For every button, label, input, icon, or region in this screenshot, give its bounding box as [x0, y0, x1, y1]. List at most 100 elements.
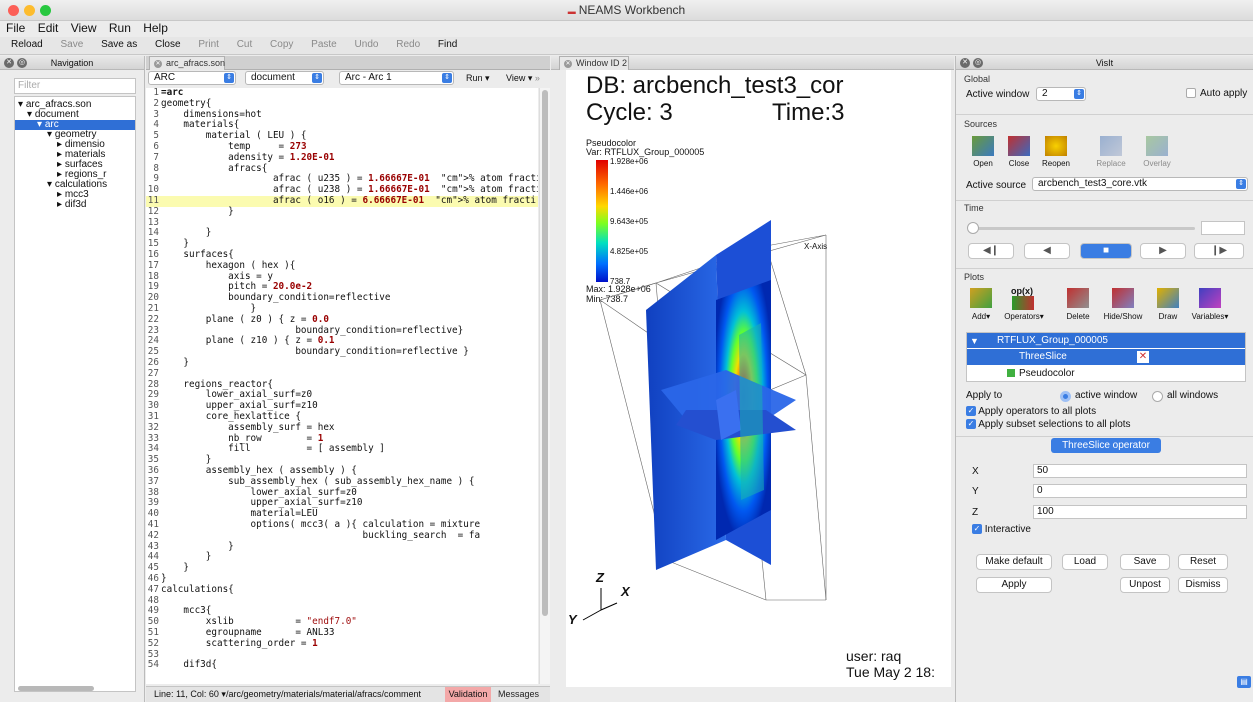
last-frame-button[interactable]: ❙▶ — [1194, 243, 1244, 259]
code-line[interactable]: 52 scattering_order = 1 — [146, 638, 538, 650]
x-field[interactable]: 50 — [1033, 464, 1247, 478]
close-tab-icon[interactable]: ✕ — [564, 60, 572, 68]
apply-subset-checkbox[interactable]: ✓ Apply subset selections to all plots — [966, 419, 1131, 430]
auto-apply-checkbox[interactable] — [1186, 88, 1196, 98]
code-line[interactable]: 54 dif3d{ — [146, 659, 538, 671]
active-window-radio-label[interactable]: active window — [1075, 390, 1137, 401]
time-state-input[interactable] — [1201, 221, 1245, 235]
reopen-label[interactable]: Reopen — [1031, 159, 1081, 168]
view-menu[interactable]: View ▾ » — [506, 73, 540, 84]
make-default-button[interactable]: Make default — [976, 554, 1052, 570]
close-panel-icon[interactable]: ✕ — [960, 58, 970, 68]
first-frame-button[interactable]: ◀❙ — [968, 243, 1014, 259]
reset-button[interactable]: Reset — [1178, 554, 1228, 570]
variables-label[interactable]: Variables▾ — [1185, 312, 1235, 321]
reopen-icon[interactable] — [1045, 136, 1067, 156]
operators-label[interactable]: Operators▾ — [999, 312, 1049, 321]
expand-icon[interactable]: ▼ — [970, 336, 979, 346]
reload-button[interactable]: Reload — [11, 39, 43, 50]
code-line[interactable]: 14 } — [146, 227, 538, 239]
plot-item-rtflux[interactable]: RTFLUX_Group_000005 — [967, 333, 1245, 348]
save-as-button[interactable]: Save as — [101, 39, 137, 50]
add-plot-icon[interactable] — [970, 288, 992, 308]
save-attributes-button[interactable]: Save — [1120, 554, 1170, 570]
float-panel-icon[interactable]: ◎ — [17, 58, 27, 68]
menu-help[interactable]: Help — [143, 21, 168, 35]
app-select[interactable]: ARC ⇕ — [148, 71, 236, 85]
y-field[interactable]: 0 — [1033, 484, 1247, 498]
delete-plot-label[interactable]: Delete — [1053, 312, 1103, 321]
find-button[interactable]: Find — [438, 39, 457, 50]
unpost-button[interactable]: Unpost — [1120, 577, 1170, 593]
open-icon[interactable] — [972, 136, 994, 156]
code-line[interactable]: 26 } — [146, 357, 538, 369]
all-windows-radio[interactable] — [1152, 391, 1163, 402]
active-source-select[interactable]: arcbench_test3_core.vtk ⇕ — [1032, 177, 1248, 191]
apply-operators-checkbox[interactable]: ✓ Apply operators to all plots — [966, 406, 1096, 417]
replace-label[interactable]: Replace — [1086, 159, 1136, 168]
visit-render-canvas[interactable]: DB: arcbench_test3_cor Cycle: 3 Time:3 P… — [566, 70, 951, 687]
close-panel-icon[interactable]: ✕ — [4, 58, 14, 68]
tree-scrollbar[interactable] — [18, 686, 94, 691]
plot-sub-pseudocolor[interactable]: Pseudocolor — [1019, 366, 1075, 381]
stop-button[interactable]: ■ — [1080, 243, 1132, 259]
editor-scrollbar[interactable] — [539, 88, 550, 684]
operators-icon[interactable] — [1012, 296, 1034, 310]
copy-button[interactable]: Copy — [270, 39, 293, 50]
apply-button[interactable]: Apply — [976, 577, 1052, 593]
cursor-position[interactable]: Line: 11, Col: 60 ▾ — [154, 687, 226, 702]
redo-button[interactable]: Redo — [396, 39, 420, 50]
load-button[interactable]: Load — [1062, 554, 1108, 570]
z-field[interactable]: 100 — [1033, 505, 1247, 519]
threeslice-operator-tab[interactable]: ThreeSlice operator — [1051, 438, 1161, 453]
filter-input[interactable]: Filter — [14, 78, 136, 94]
float-panel-icon[interactable]: ◎ — [973, 58, 983, 68]
maximize-window-icon[interactable] — [40, 5, 51, 16]
hide-show-label[interactable]: Hide/Show — [1098, 312, 1148, 321]
menu-edit[interactable]: Edit — [38, 21, 59, 35]
print-button[interactable]: Print — [198, 39, 219, 50]
document-select[interactable]: document ⇕ — [245, 71, 324, 85]
all-windows-radio-label[interactable]: all windows — [1167, 390, 1218, 401]
overlay-label[interactable]: Overlay — [1132, 159, 1182, 168]
overlay-icon[interactable] — [1146, 136, 1168, 156]
tab-arc-afracs[interactable]: ✕ arc_afracs.son — [149, 56, 225, 70]
plot-list[interactable]: RTFLUX_Group_000005 ▼ ThreeSlice ✕ Pseud… — [966, 332, 1246, 382]
menu-run[interactable]: Run — [109, 21, 131, 35]
undo-button[interactable]: Undo — [355, 39, 379, 50]
time-slider-track[interactable] — [970, 227, 1195, 230]
draw-icon[interactable] — [1157, 288, 1179, 308]
replace-icon[interactable] — [1100, 136, 1122, 156]
node-select[interactable]: Arc - Arc 1 ⇕ — [339, 71, 454, 85]
document-tree[interactable]: ▾ arc_afracs.son ▾ document ▾ arc ▾ geom… — [14, 96, 136, 692]
dismiss-button[interactable]: Dismiss — [1178, 577, 1228, 593]
close-button[interactable]: Close — [155, 39, 181, 50]
close-window-icon[interactable] — [8, 5, 19, 16]
interactive-checkbox[interactable]: ✓ Interactive — [972, 524, 1031, 535]
code-line[interactable]: 47 calculations{ — [146, 584, 538, 596]
code-line[interactable]: 12 } — [146, 206, 538, 218]
messages-tab[interactable]: Messages — [498, 687, 539, 702]
code-line[interactable]: 44 } — [146, 551, 538, 563]
run-menu[interactable]: Run ▾ — [466, 73, 490, 84]
help-icon[interactable]: ▤ — [1237, 676, 1251, 688]
minimize-window-icon[interactable] — [24, 5, 35, 16]
remove-operator-icon[interactable]: ✕ — [1137, 351, 1149, 363]
cut-button[interactable]: Cut — [237, 39, 253, 50]
step-back-button[interactable]: ◀ — [1024, 243, 1070, 259]
tab-window-id-2[interactable]: ✕ Window ID 2 — [559, 56, 629, 70]
active-window-radio[interactable] — [1060, 391, 1071, 402]
code-editor[interactable]: 1 =arc 2 geometry{3 dimensions=hot 4 materia… — [146, 88, 538, 684]
validation-tab[interactable]: Validation — [445, 687, 491, 702]
delete-plot-icon[interactable] — [1067, 288, 1089, 308]
hide-show-icon[interactable] — [1112, 288, 1134, 308]
tree-node-dif3d[interactable]: ▸ dif3d — [57, 200, 87, 210]
time-slider-handle[interactable] — [967, 222, 979, 234]
operator-item-threeslice[interactable]: ThreeSlice — [967, 349, 1245, 365]
code-line[interactable]: 25 boundary_condition=reflective } — [146, 346, 538, 358]
active-window-select[interactable]: 2 ⇕ — [1036, 87, 1086, 101]
close-source-icon[interactable] — [1008, 136, 1030, 156]
variables-icon[interactable] — [1199, 288, 1221, 308]
editor-scroll-thumb[interactable] — [542, 90, 548, 616]
close-tab-icon[interactable]: ✕ — [154, 60, 162, 68]
